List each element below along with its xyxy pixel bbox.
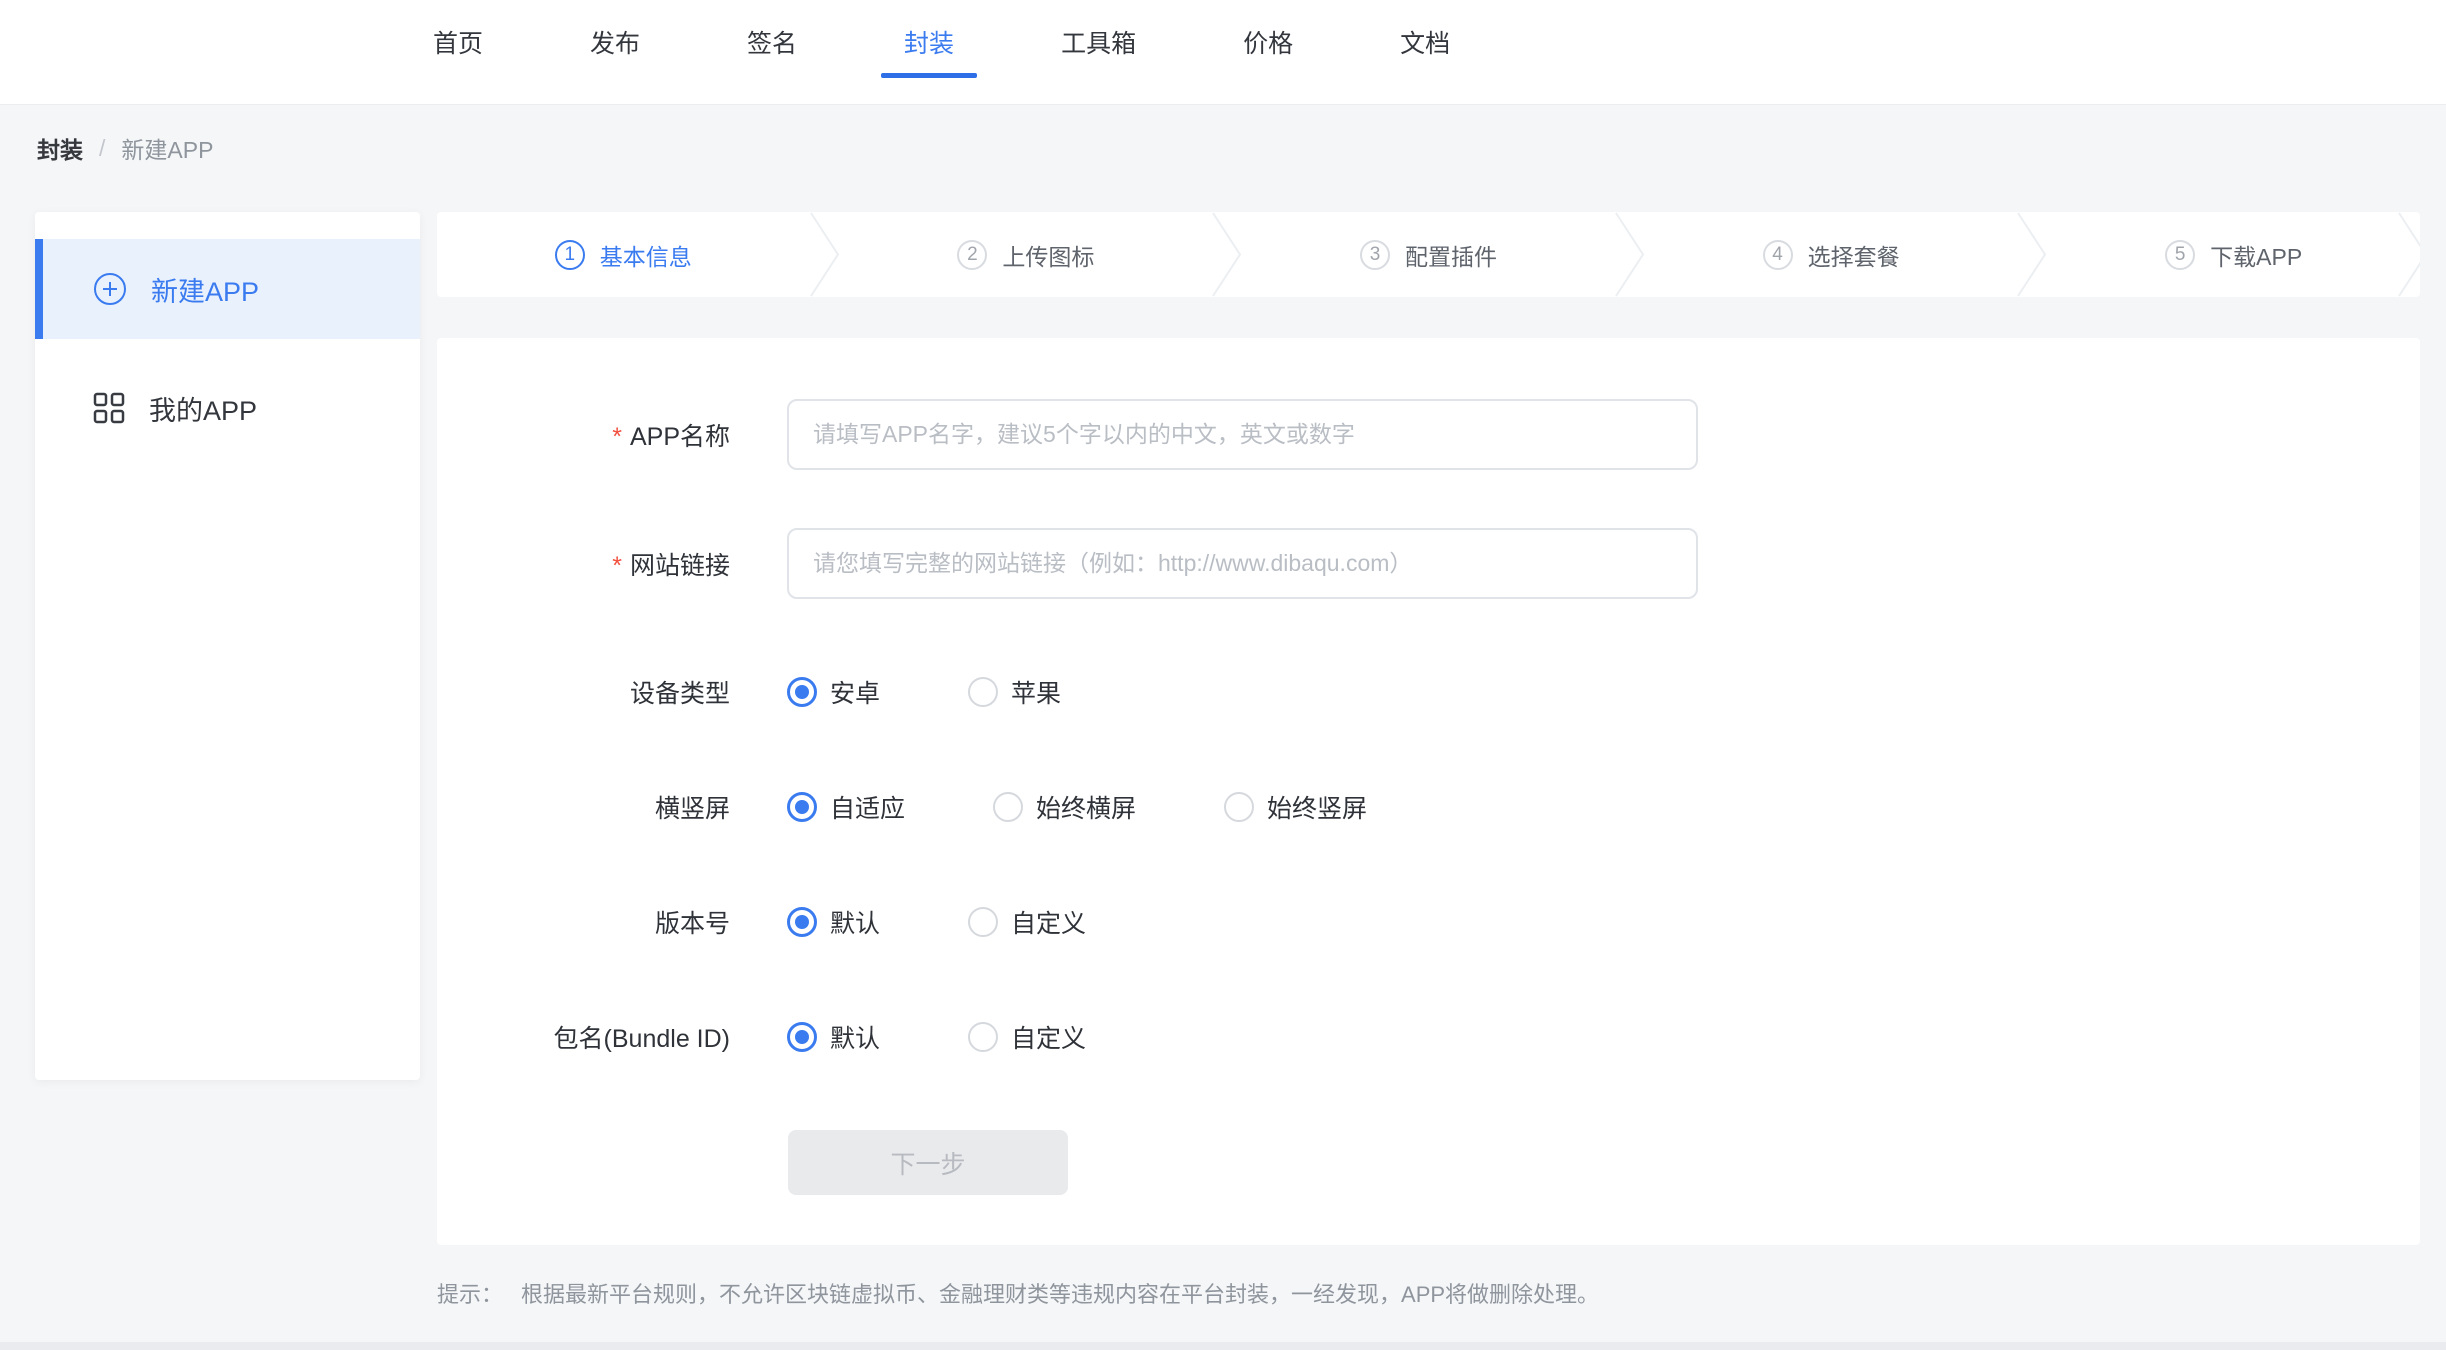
app-name-input[interactable] [787,399,1698,470]
radio-option-android[interactable]: 安卓 [787,674,880,710]
radio-selected-icon [787,907,817,937]
radio-option-version-custom[interactable]: 自定义 [968,904,1086,940]
step-configure-plugins: 3 配置插件 [1242,212,1615,297]
radio-option-version-default[interactable]: 默认 [787,904,880,940]
radio-unselected-icon [968,1022,998,1052]
chevron-right-icon [1212,212,1242,297]
radio-option-always-portrait[interactable]: 始终竖屏 [1224,789,1367,825]
radio-label: 始终横屏 [1036,789,1136,825]
form-row-bundle-id: 包名(Bundle ID) 默认 自定义 [437,1017,2420,1057]
radio-label: 默认 [830,1019,880,1055]
step-label: 选择套餐 [1808,238,1900,272]
radio-option-always-landscape[interactable]: 始终横屏 [993,789,1136,825]
tip-text: 根据最新平台规则，不允许区块链虚拟币、金融理财类等违规内容在平台封装，一经发现，… [521,1277,1599,1309]
breadcrumb-section[interactable]: 封装 [37,131,83,165]
sidebar-item-new-app[interactable]: 新建APP [35,239,420,339]
step-label: 上传图标 [1002,238,1094,272]
step-label: 基本信息 [600,238,692,272]
tip-prefix: 提示： [437,1277,503,1309]
radio-label: 自定义 [1011,1019,1086,1055]
step-number-badge: 1 [555,240,585,270]
breadcrumb-current: 新建APP [121,131,213,165]
radio-unselected-icon [1224,792,1254,822]
step-label: 下载APP [2210,238,2302,272]
sidebar-item-label: 我的APP [149,389,257,428]
form-row-orientation: 横竖屏 自适应 始终横屏 始终竖屏 [437,787,2420,827]
sidebar-item-my-apps[interactable]: 我的APP [35,358,420,458]
required-asterisk: * [612,423,622,451]
basic-info-form-panel: *APP名称 *网站链接 设备类型 安卓 苹果 横竖屏 [437,338,2420,1245]
step-label: 配置插件 [1405,238,1497,272]
nav-item-home[interactable]: 首页 [433,28,483,104]
form-row-version: 版本号 默认 自定义 [437,902,2420,942]
nav-item-publish[interactable]: 发布 [590,28,640,104]
radio-option-adaptive[interactable]: 自适应 [787,789,905,825]
radio-label: 默认 [830,904,880,940]
breadcrumb-separator: / [99,135,105,162]
chevron-right-icon [2017,212,2047,297]
step-number-badge: 5 [2165,240,2195,270]
grid-icon [93,392,125,424]
sidebar: 新建APP 我的APP [35,212,420,1080]
radio-label: 始终竖屏 [1267,789,1367,825]
step-number-badge: 4 [1763,240,1793,270]
plus-circle-icon [93,272,127,306]
breadcrumb: 封装 / 新建APP [0,106,2446,190]
device-type-label: 设备类型 [437,674,730,710]
nav-item-docs[interactable]: 文档 [1400,28,1450,104]
radio-unselected-icon [993,792,1023,822]
form-row-app-name: *APP名称 [437,399,2420,470]
nav-item-sign[interactable]: 签名 [747,28,797,104]
radio-unselected-icon [968,677,998,707]
step-number-badge: 3 [1360,240,1390,270]
radio-label: 自适应 [830,789,905,825]
next-step-button[interactable]: 下一步 [788,1130,1068,1195]
radio-selected-icon [787,677,817,707]
radio-label: 安卓 [830,674,880,710]
radio-unselected-icon [968,907,998,937]
bottom-band [0,1342,2446,1350]
radio-option-ios[interactable]: 苹果 [968,674,1061,710]
app-name-label: *APP名称 [437,417,730,453]
nav-item-toolbox[interactable]: 工具箱 [1061,28,1136,104]
radio-option-bundle-custom[interactable]: 自定义 [968,1019,1086,1055]
chevron-right-icon [1615,212,1645,297]
step-upload-icon: 2 上传图标 [840,212,1213,297]
chevron-right-icon [2398,212,2420,297]
nav-item-package[interactable]: 封装 [904,28,954,104]
radio-option-bundle-default[interactable]: 默认 [787,1019,880,1055]
radio-selected-icon [787,792,817,822]
radio-selected-icon [787,1022,817,1052]
site-url-label: *网站链接 [437,546,730,582]
step-basic-info: 1 基本信息 [437,212,810,297]
site-url-input[interactable] [787,528,1698,599]
step-download-app: 5 下载APP [2047,212,2420,297]
radio-label: 苹果 [1011,674,1061,710]
orientation-label: 横竖屏 [437,789,730,825]
chevron-right-icon [810,212,840,297]
top-navbar: 首页 发布 签名 封装 工具箱 价格 文档 [0,0,2446,105]
required-asterisk: * [612,552,622,580]
platform-rules-tip: 提示： 根据最新平台规则，不允许区块链虚拟币、金融理财类等违规内容在平台封装，一… [437,1277,1599,1309]
version-label: 版本号 [437,904,730,940]
form-row-site-url: *网站链接 [437,528,2420,599]
step-number-badge: 2 [957,240,987,270]
step-wizard: 1 基本信息 2 上传图标 3 配置插件 4 选择套餐 5 下载APP [437,212,2420,297]
sidebar-item-label: 新建APP [151,270,259,309]
form-row-device-type: 设备类型 安卓 苹果 [437,672,2420,712]
radio-label: 自定义 [1011,904,1086,940]
step-select-plan: 4 选择套餐 [1645,212,2018,297]
nav-item-price[interactable]: 价格 [1243,28,1293,104]
bundle-id-label: 包名(Bundle ID) [437,1019,730,1055]
